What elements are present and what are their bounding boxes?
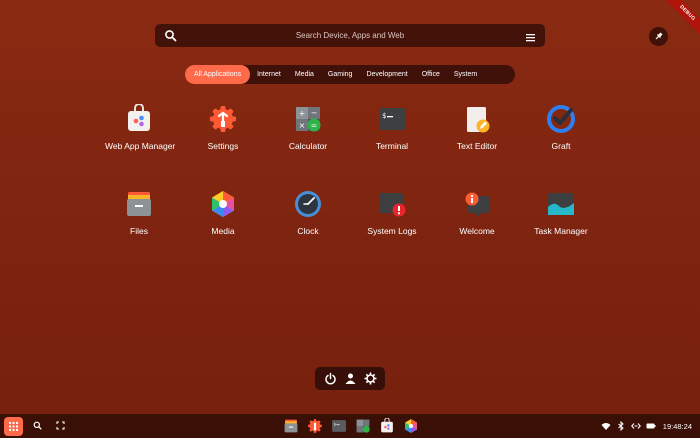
calculator-icon: + − × = [293,104,323,134]
media-icon[interactable] [403,418,419,434]
task-manager-icon [546,189,576,219]
calculator-icon[interactable] [355,418,371,434]
pin-icon [654,28,664,46]
bluetooth-icon[interactable] [616,421,626,431]
terminal-icon[interactable]: $ [331,418,347,434]
app-label: Welcome [459,226,495,236]
app-label: Calculator [288,141,328,151]
app-system-logs[interactable]: System Logs [352,189,432,236]
app-calculator[interactable]: + − × = Calculator [268,104,348,151]
app-text-editor[interactable]: Text Editor [437,104,517,151]
app-label: Text Editor [456,141,498,151]
tab-development[interactable]: Development [359,65,414,84]
app-files[interactable]: Files [99,189,179,236]
files-icon [124,189,154,219]
tab-media[interactable]: Media [288,65,321,84]
session-menu [315,367,385,390]
category-tabs: All Applications Internet Media Gaming D… [185,65,515,84]
taskbar-clock[interactable]: 19:48:24 [663,422,692,431]
battery-icon[interactable] [646,421,656,431]
settings-icon[interactable] [307,418,323,434]
app-label: Task Manager [534,226,588,236]
user-icon[interactable] [344,372,357,385]
svg-text:=: = [311,121,318,130]
text-editor-icon [462,104,492,134]
search-icon [164,29,177,42]
workspaces-icon [55,417,65,435]
taskbar-search-button[interactable] [30,419,44,433]
svg-text:$: $ [382,112,386,120]
tab-internet[interactable]: Internet [250,65,288,84]
search-bar[interactable] [155,24,545,47]
app-launcher-button[interactable] [4,417,23,436]
power-icon[interactable] [324,372,337,385]
search-input[interactable] [155,24,545,47]
app-label: System Logs [367,226,417,236]
tab-all-applications[interactable]: All Applications [185,65,251,84]
graft-icon [546,104,576,134]
app-welcome[interactable]: Welcome [437,189,517,236]
media-icon [208,189,238,219]
app-terminal[interactable]: $ Terminal [352,104,432,151]
network-icon[interactable] [630,421,641,431]
files-icon[interactable] [283,418,299,434]
tab-office[interactable]: Office [415,65,447,84]
hamburger-menu-icon[interactable] [525,30,536,42]
grid-icon [9,418,18,436]
system-tray: 19:48:24 [601,414,692,438]
settings-icon [208,104,238,134]
app-clock[interactable]: Clock [268,189,348,236]
app-label: Media [211,226,235,236]
app-label: Terminal [375,141,409,151]
tab-system[interactable]: System [447,65,484,84]
app-label: Settings [207,141,239,151]
app-media[interactable]: Media [183,189,263,236]
app-task-manager[interactable]: Task Manager [521,189,601,236]
clock-icon [293,189,323,219]
app-graft[interactable]: Graft [521,104,601,151]
welcome-icon [462,189,492,219]
app-label: Clock [297,226,319,236]
app-label: Files [130,226,148,236]
gear-icon[interactable] [364,372,377,385]
web-app-manager-icon [124,103,154,134]
svg-text:+: + [299,109,306,118]
web-app-manager-icon[interactable] [379,417,395,434]
app-label: Web App Manager [105,141,176,151]
svg-text:−: − [311,109,318,118]
svg-text:×: × [299,121,306,130]
app-settings[interactable]: Settings [183,104,263,151]
system-logs-icon [377,189,407,219]
app-label: Graft [551,141,571,151]
search-icon [33,417,42,435]
app-web-app-manager[interactable]: Web App Manager [99,103,179,151]
tab-gaming[interactable]: Gaming [321,65,360,84]
wifi-icon[interactable] [601,421,611,431]
taskbar: $ 19:48:24 [0,414,700,438]
terminal-icon: $ [377,104,407,134]
pin-button[interactable] [649,27,668,46]
workspaces-button[interactable] [53,419,67,433]
